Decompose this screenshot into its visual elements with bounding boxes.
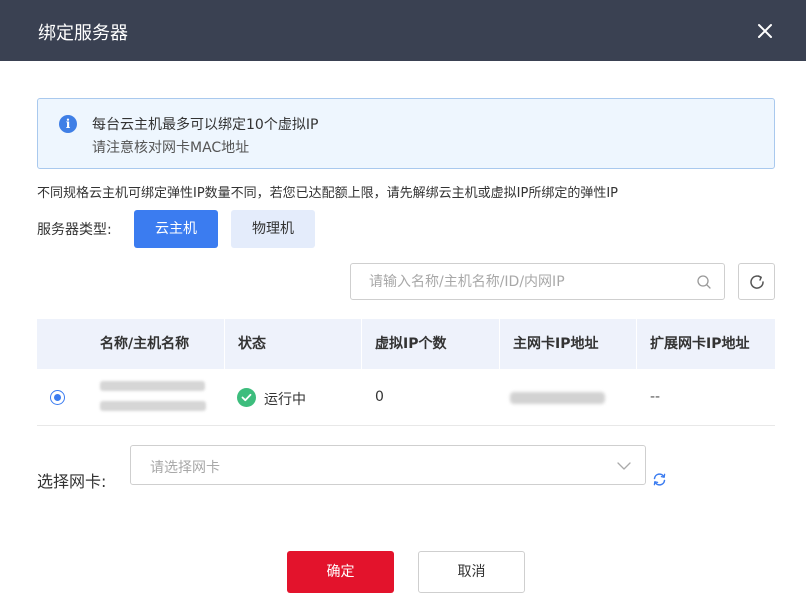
cancel-button[interactable]: 取消: [418, 551, 525, 593]
column-header-ext-ip: 扩展网卡IP地址: [636, 319, 775, 369]
column-header-status: 状态: [224, 319, 361, 369]
status-text: 运行中: [264, 392, 306, 408]
dialog-title: 绑定服务器: [38, 23, 128, 44]
server-type-cloud-button[interactable]: 云主机: [134, 210, 218, 248]
quota-hint: 不同规格云主机可绑定弹性IP数量不同，若您已达配额上限，请先解绑云主机或虚拟IP…: [37, 186, 619, 201]
vip-count-cell: 0: [375, 389, 384, 405]
column-header-primary-ip: 主网卡IP地址: [499, 319, 636, 369]
confirm-button[interactable]: 确定: [287, 551, 394, 593]
close-icon: [758, 24, 772, 38]
refresh-icon: [750, 275, 764, 289]
search-icon[interactable]: [696, 274, 712, 290]
redacted-primary-ip: [510, 392, 605, 404]
nic-placeholder: 请选择网卡: [150, 460, 220, 476]
info-notice: i 每台云主机最多可以绑定10个虚拟IP 请注意核对网卡MAC地址: [37, 98, 775, 169]
table-header: 名称/主机名称 状态 虚拟IP个数 主网卡IP地址 扩展网卡IP地址: [37, 319, 775, 369]
chevron-down-icon: [617, 462, 631, 470]
redacted-server-name: [100, 379, 210, 419]
info-icon: i: [59, 115, 77, 133]
row-radio[interactable]: [50, 390, 65, 405]
table-row[interactable]: 运行中 0 --: [37, 369, 775, 426]
notice-line-2: 请注意核对网卡MAC地址: [92, 140, 250, 156]
search-box: [350, 263, 725, 300]
server-type-physical-button[interactable]: 物理机: [231, 210, 315, 248]
nic-refresh-icon[interactable]: [652, 472, 667, 487]
dialog-header: 绑定服务器: [0, 0, 806, 61]
nic-label: 选择网卡:: [37, 472, 107, 491]
column-header-name: 名称/主机名称: [100, 336, 190, 352]
close-button[interactable]: [752, 18, 778, 44]
nic-select[interactable]: 请选择网卡: [130, 445, 646, 485]
check-circle-icon: [237, 388, 256, 407]
refresh-button[interactable]: [738, 263, 775, 300]
notice-line-1: 每台云主机最多可以绑定10个虚拟IP: [92, 117, 319, 133]
server-table: 名称/主机名称 状态 虚拟IP个数 主网卡IP地址 扩展网卡IP地址 运行中 0…: [37, 319, 775, 426]
search-input[interactable]: [369, 264, 689, 299]
column-header-vip-count: 虚拟IP个数: [361, 319, 499, 369]
server-type-label: 服务器类型:: [37, 222, 112, 238]
ext-ip-cell: --: [650, 389, 661, 405]
